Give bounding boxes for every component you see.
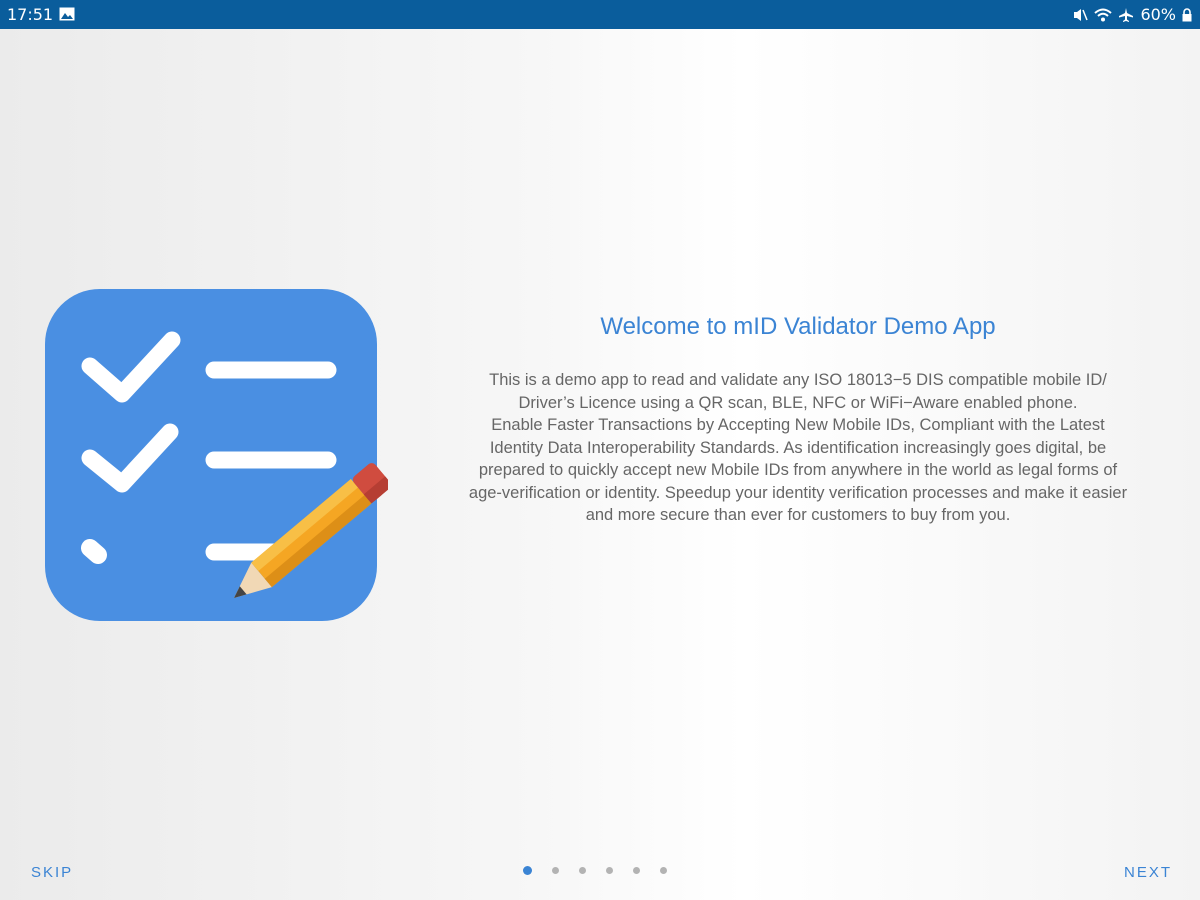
- next-button[interactable]: NEXT: [1124, 864, 1172, 881]
- description-line: Driver’s Licence using a QR scan, BLE, N…: [518, 393, 1078, 412]
- description-line: Enable Faster Transactions by Accepting …: [491, 416, 1105, 434]
- page-dot: [606, 867, 613, 874]
- gallery-icon: [59, 7, 75, 21]
- intro-description: This is a demo app to read and validate …: [418, 369, 1178, 527]
- description-line: Identity Data Interoperability Standards…: [489, 438, 1107, 457]
- page-dot: [660, 867, 667, 874]
- status-bar: 17:51 60%: [0, 0, 1200, 29]
- page-title: Welcome to mID Validator Demo App: [600, 313, 996, 340]
- page-dot-active: [523, 866, 532, 875]
- status-icons: 60%: [1072, 5, 1192, 24]
- intro-content: Welcome to mID Validator Demo App This i…: [418, 313, 1178, 527]
- lock-icon: [1182, 7, 1192, 21]
- checklist-pencil-icon: [45, 289, 388, 621]
- status-time: 17:51: [7, 5, 54, 24]
- mute-icon: [1074, 8, 1089, 21]
- page-dot: [552, 867, 559, 874]
- description-line: age-verification or identity. Speedup yo…: [468, 483, 1128, 502]
- description-line: This is a demo app to read and validate …: [489, 371, 1107, 389]
- airplane-icon: [1119, 7, 1134, 22]
- skip-button[interactable]: SKIP: [31, 864, 73, 881]
- description-line: prepared to quickly accept new Mobile ID…: [478, 461, 1118, 479]
- page-indicator: [523, 866, 667, 875]
- page-dot: [579, 867, 586, 874]
- page-dot: [633, 867, 640, 874]
- description-line: and more secure than ever for customers …: [585, 506, 1011, 524]
- battery-percentage: 60%: [1140, 5, 1176, 24]
- wifi-icon: [1094, 8, 1113, 21]
